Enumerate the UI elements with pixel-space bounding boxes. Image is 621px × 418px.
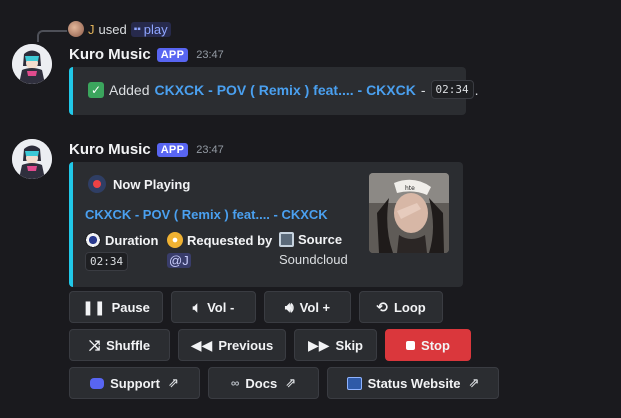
reply-spine: [37, 30, 67, 42]
loop-icon: ⟲: [376, 299, 388, 315]
field-name: Duration: [105, 232, 159, 248]
added-prefix: Added: [109, 81, 150, 98]
bot-avatar[interactable]: [12, 139, 52, 179]
button-label: Status Website: [367, 375, 461, 391]
skip-button[interactable]: ▶▶ Skip: [294, 329, 377, 361]
stopwatch-icon: [85, 232, 101, 248]
duration-code: 02:34: [430, 80, 474, 99]
timestamp[interactable]: 23:47: [196, 144, 224, 156]
app-tag: APP: [156, 47, 189, 62]
pause-icon: ❚❚: [82, 299, 106, 315]
source-value: Soundcloud: [279, 252, 348, 267]
volume-up-icon: 🔊︎: [284, 299, 294, 315]
volume-up-button[interactable]: 🔊︎ Vol +: [264, 291, 351, 323]
message-header: Kuro Music APP 23:47: [69, 141, 224, 158]
timestamp[interactable]: 23:47: [196, 49, 224, 61]
external-link-icon: ⇗: [468, 375, 480, 390]
stop-button[interactable]: Stop: [385, 329, 471, 361]
pause-button[interactable]: ❚❚ Pause: [69, 291, 163, 323]
volume-down-icon: 🔈︎: [192, 299, 202, 315]
command-name: play: [143, 21, 168, 37]
disc-icon: [167, 232, 183, 248]
button-label: Shuffle: [106, 337, 151, 353]
shuffle-button[interactable]: ⤨ Shuffle: [69, 329, 170, 361]
bot-username[interactable]: Kuro Music: [69, 46, 151, 63]
user-mention[interactable]: @J: [167, 253, 191, 268]
reply-avatar: [68, 21, 84, 37]
discord-icon: [90, 377, 105, 389]
command-icon: ▪▪: [133, 23, 141, 35]
external-link-icon: ⇗: [285, 375, 297, 390]
floppy-icon: [279, 232, 294, 247]
stop-icon: [406, 340, 416, 350]
bot-avatar[interactable]: [12, 44, 52, 84]
status-website-link-button[interactable]: Status Website ⇗: [327, 367, 499, 399]
website-icon: [346, 376, 362, 390]
button-label: Previous: [218, 337, 274, 353]
button-label: Pause: [111, 299, 150, 315]
link-icon: ∞: [230, 376, 240, 390]
requested-by-field: Requested by @J: [167, 232, 279, 268]
now-playing-embed: Now Playing CKXCK - POV ( Remix ) feat..…: [69, 162, 463, 287]
source-field: Source Soundcloud: [279, 232, 369, 268]
check-icon: ✓: [88, 81, 104, 98]
slash-command[interactable]: ▪▪ play: [130, 21, 171, 37]
docs-link-button[interactable]: ∞ Docs ⇗: [208, 367, 319, 399]
reply-used-text: used: [98, 21, 127, 37]
song-link[interactable]: CKXCK - POV ( Remix ) feat.... - CKXCK: [154, 82, 415, 98]
svg-text:hte: hte: [405, 185, 415, 192]
button-label: Stop: [421, 337, 450, 353]
button-label: Vol -: [207, 299, 235, 315]
reply-username[interactable]: J: [88, 22, 95, 37]
loop-button[interactable]: ⟲ Loop: [359, 291, 443, 323]
field-name: Source: [298, 232, 343, 247]
shuffle-icon: ⤨: [88, 337, 101, 353]
previous-icon: ◀◀: [190, 337, 213, 353]
button-label: Support: [110, 375, 160, 391]
support-link-button[interactable]: Support ⇗: [69, 367, 200, 399]
suffix: .: [474, 81, 479, 98]
record-icon: [88, 175, 106, 193]
volume-down-button[interactable]: 🔈︎ Vol -: [171, 291, 256, 323]
song-title-link[interactable]: CKXCK - POV ( Remix ) feat.... - CKXCK: [85, 207, 328, 222]
separator: -: [420, 81, 426, 98]
reply-reference[interactable]: J used ▪▪ play: [68, 21, 171, 37]
duration-value: 02:34: [85, 252, 129, 271]
track-thumbnail[interactable]: hte: [369, 173, 449, 253]
field-name: Requested by: [187, 232, 273, 248]
added-embed: ✓ Added CKXCK - POV ( Remix ) feat.... -…: [69, 67, 479, 115]
button-label: Docs: [245, 375, 278, 391]
button-label: Loop: [393, 299, 426, 315]
duration-field: Duration 02:34: [85, 232, 167, 271]
previous-button[interactable]: ◀◀ Previous: [178, 329, 286, 361]
external-link-icon: ⇗: [167, 375, 179, 390]
bot-username[interactable]: Kuro Music: [69, 141, 151, 158]
message-header: Kuro Music APP 23:47: [69, 46, 224, 63]
now-playing-heading: Now Playing: [113, 176, 191, 192]
app-tag: APP: [156, 142, 189, 157]
button-label: Vol +: [299, 299, 331, 315]
skip-icon: ▶▶: [308, 337, 330, 353]
button-label: Skip: [335, 337, 364, 353]
